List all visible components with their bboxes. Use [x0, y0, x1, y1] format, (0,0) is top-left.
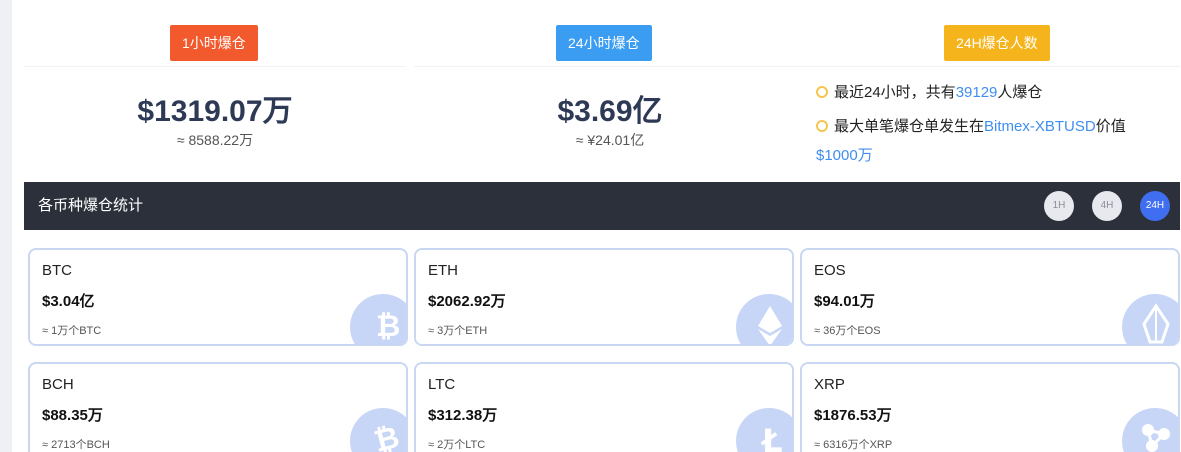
liquidated-count: 39129: [955, 84, 998, 101]
one-hour-badge: 1小时爆仓: [170, 25, 258, 61]
timeframe-4h-button[interactable]: 4H: [1092, 191, 1122, 221]
info-bullet-icon: [816, 120, 828, 132]
coin-value: $2062.92万: [428, 293, 506, 310]
divider: [806, 66, 1180, 67]
coin-name: LTC: [428, 376, 456, 393]
one-hour-card: 1小时爆仓 $1319.07万 ≈ 8588.22万: [24, 12, 406, 177]
twenty-four-hour-badge: 24小时爆仓: [556, 25, 652, 61]
info-text: 最大单笔爆仓单发生在: [834, 118, 985, 135]
info-text: 最近24小时，共有: [834, 84, 956, 101]
divider: [24, 66, 406, 67]
bitcoin-cash-icon: ₿: [350, 408, 406, 452]
coin-card-btc[interactable]: BTC $3.04亿 ≈ 1万个BTC ₿: [28, 248, 408, 346]
coin-stats-title: 各币种爆仓统计: [38, 197, 144, 214]
coin-value: $3.04亿: [42, 293, 95, 310]
bitcoin-icon: ₿: [350, 294, 406, 344]
exchange-link[interactable]: Bitmex-XBTUSD: [984, 118, 1096, 135]
liquidation-dashboard: 1小时爆仓 $1319.07万 ≈ 8588.22万 24小时爆仓 $3.69亿…: [0, 0, 1181, 452]
coin-card-bch[interactable]: BCH $88.35万 ≈ 2713个BCH ₿: [28, 362, 408, 452]
people-badge: 24H爆仓人数: [944, 25, 1050, 61]
coin-name: BTC: [42, 262, 72, 279]
coin-value: $1876.53万: [814, 407, 892, 424]
coin-value: $88.35万: [42, 407, 103, 424]
svg-text:₿: ₿: [376, 309, 400, 344]
coin-card-eth[interactable]: ETH $2062.92万 ≈ 3万个ETH: [414, 248, 794, 346]
coin-name: ETH: [428, 262, 458, 279]
coin-value: $94.01万: [814, 293, 875, 310]
info-line-count: 最近24小时，共有39129人爆仓: [816, 82, 1042, 104]
coin-name: BCH: [42, 376, 74, 393]
coin-card-eos[interactable]: EOS $94.01万 ≈ 36万个EOS: [800, 248, 1180, 346]
info-bullet-icon: [816, 86, 828, 98]
svg-text:Ł: Ł: [760, 422, 783, 452]
coin-name: EOS: [814, 262, 846, 279]
eos-icon: [1122, 294, 1178, 344]
litecoin-icon: Ł: [736, 408, 792, 452]
coin-approx: ≈ 1万个BTC: [42, 325, 102, 337]
liquidated-people-card: 24H爆仓人数 最近24小时，共有39129人爆仓 最大单笔爆仓单发生在Bitm…: [806, 12, 1180, 177]
twenty-four-hour-amount: $3.69亿: [557, 95, 663, 128]
ripple-icon: [1122, 408, 1178, 452]
coin-approx: ≈ 2万个LTC: [428, 439, 486, 451]
coin-name: XRP: [814, 376, 845, 393]
twenty-four-hour-card: 24小时爆仓 $3.69亿 ≈ ¥24.01亿: [414, 12, 806, 177]
svg-text:₿: ₿: [370, 420, 403, 452]
coin-card-xrp[interactable]: XRP $1876.53万 ≈ 6316万个XRP: [800, 362, 1180, 452]
coin-approx: ≈ 2713个BCH: [42, 439, 110, 451]
coin-value: $312.38万: [428, 407, 498, 424]
coin-approx: ≈ 6316万个XRP: [814, 439, 893, 451]
summary-row: 1小时爆仓 $1319.07万 ≈ 8588.22万 24小时爆仓 $3.69亿…: [24, 12, 1180, 177]
ethereum-icon: [736, 294, 792, 344]
divider: [414, 66, 806, 67]
largest-order-value: $1000万: [816, 147, 873, 164]
twenty-four-hour-approx: ≈ ¥24.01亿: [575, 132, 645, 148]
one-hour-amount: $1319.07万: [137, 95, 293, 128]
one-hour-approx: ≈ 8588.22万: [176, 132, 254, 148]
info-text: 价值: [1095, 118, 1126, 135]
coin-approx: ≈ 36万个EOS: [814, 325, 881, 337]
info-text: 人爆仓: [997, 84, 1043, 101]
left-edge-strip: [0, 0, 12, 452]
info-line-largest: 最大单笔爆仓单发生在Bitmex-XBTUSD价值: [816, 116, 1126, 138]
timeframe-24h-button[interactable]: 24H: [1140, 191, 1170, 221]
timeframe-1h-button[interactable]: 1H: [1044, 191, 1074, 221]
coin-card-ltc[interactable]: LTC $312.38万 ≈ 2万个LTC Ł: [414, 362, 794, 452]
coin-stats-bar: 各币种爆仓统计 1H 4H 24H: [24, 182, 1180, 230]
coin-approx: ≈ 3万个ETH: [428, 325, 488, 337]
